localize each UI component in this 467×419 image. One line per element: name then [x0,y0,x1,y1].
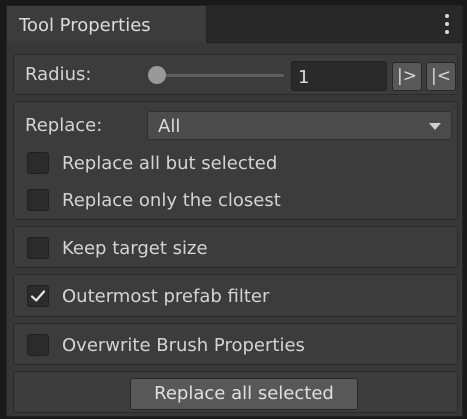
action-group: Replace all selected [13,371,458,413]
overwrite-brush-properties-checkbox[interactable] [27,334,49,356]
radius-increase-button[interactable]: |> [392,62,422,91]
tool-properties-window: Tool Properties Radius: 1 |> |< Replace:… [6,5,463,417]
overwrite-brush-properties-group: Overwrite Brush Properties [13,323,458,365]
outermost-prefab-filter-group: Outermost prefab filter [13,274,458,317]
radius-label: Radius: [25,64,92,85]
keep-target-size-group: Keep target size [13,226,458,268]
overwrite-brush-properties-label: Overwrite Brush Properties [62,335,305,356]
radius-group: Radius: 1 |> |< [13,54,458,95]
tab-bar: Tool Properties [7,6,462,43]
replace-only-closest-label: Replace only the closest [62,190,281,211]
keep-target-size-checkbox[interactable] [27,237,49,259]
radius-slider-handle[interactable] [148,66,166,84]
keep-target-size-label: Keep target size [62,238,208,259]
checkmark-icon [30,290,46,302]
radius-decrease-button[interactable]: |< [426,62,456,91]
replace-mode-dropdown[interactable]: All [147,111,452,140]
outermost-prefab-filter-checkbox[interactable] [27,285,49,307]
replace-all-but-selected-label: Replace all but selected [62,153,278,174]
replace-group: Replace: All Replace all but selected Re… [13,101,458,220]
tab-tool-properties[interactable]: Tool Properties [7,6,207,43]
replace-label: Replace: [25,115,103,136]
replace-only-closest-checkbox[interactable] [27,189,49,211]
replace-mode-value: All [158,116,181,137]
outermost-prefab-filter-label: Outermost prefab filter [62,286,270,307]
replace-all-selected-button[interactable]: Replace all selected [130,378,358,410]
replace-all-but-selected-checkbox[interactable] [27,152,49,174]
radius-slider-track[interactable] [152,74,284,77]
kebab-menu-icon[interactable] [438,11,456,37]
chevron-down-icon [429,123,441,130]
radius-value-field[interactable]: 1 [291,61,387,91]
